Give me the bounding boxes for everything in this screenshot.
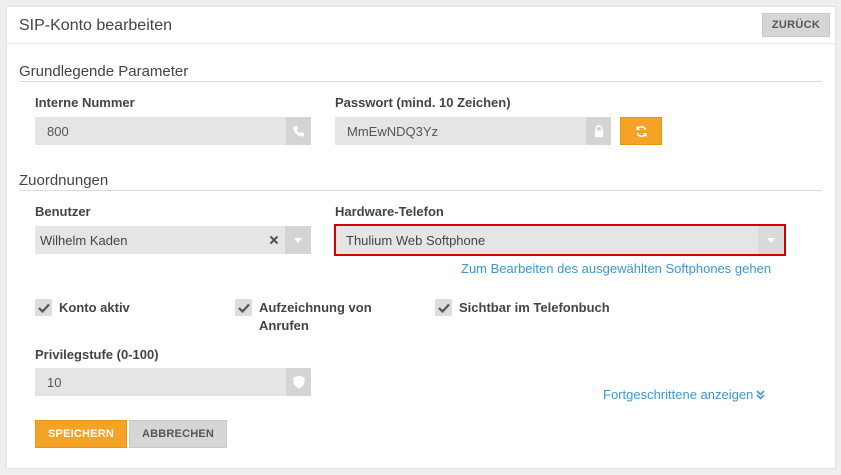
checkbox-account-active[interactable]: Konto aktiv: [35, 299, 130, 317]
edit-softphone-link[interactable]: Zum Bearbeiten des ausgewählten Softphon…: [461, 261, 771, 276]
lock-icon: [586, 117, 611, 145]
checkmark-icon: [435, 299, 452, 316]
section-divider-assignments: [19, 190, 822, 191]
cancel-button[interactable]: ABBRECHEN: [129, 420, 227, 448]
show-advanced-label: Fortgeschrittene anzeigen: [603, 387, 754, 402]
back-button[interactable]: ZURÜCK: [762, 13, 830, 37]
chevron-down-icon[interactable]: [285, 226, 311, 254]
user-select[interactable]: Wilhelm Kaden: [35, 226, 311, 254]
internal-number-label: Interne Nummer: [35, 95, 135, 110]
page-title: SIP-Konto bearbeiten: [19, 17, 172, 34]
save-button[interactable]: SPEICHERN: [35, 420, 127, 448]
header-divider: [7, 43, 835, 44]
shield-icon: [286, 368, 311, 396]
password-label: Passwort (mind. 10 Zeichen): [335, 95, 511, 110]
privilege-label: Privilegstufe (0-100): [35, 347, 159, 362]
show-advanced-link[interactable]: Fortgeschrittene anzeigen: [603, 387, 765, 402]
internal-number-input[interactable]: 800: [35, 117, 287, 145]
checkbox-label: Aufzeichnung von Anrufen: [259, 300, 372, 333]
phone-icon: [286, 117, 311, 145]
password-input[interactable]: MmEwNDQ3Yz: [335, 117, 587, 145]
section-divider-basic: [19, 81, 822, 82]
refresh-icon: [635, 125, 648, 138]
checkmark-icon: [35, 299, 52, 316]
user-label: Benutzer: [35, 204, 91, 219]
hardware-phone-select[interactable]: Thulium Web Softphone: [334, 224, 786, 256]
checkbox-label: Konto aktiv: [59, 300, 130, 315]
checkmark-icon: [235, 299, 252, 316]
section-title-basic: Grundlegende Parameter: [19, 63, 189, 80]
hardware-phone-label: Hardware-Telefon: [335, 204, 444, 219]
hardware-phone-select-value: Thulium Web Softphone: [346, 232, 486, 248]
edit-sip-account-panel: SIP-Konto bearbeiten ZURÜCK Grundlegende…: [6, 6, 836, 469]
double-chevron-down-icon: [756, 389, 765, 400]
privilege-input[interactable]: 10: [35, 368, 287, 396]
clear-icon[interactable]: [263, 235, 285, 245]
checkbox-call-recording[interactable]: Aufzeichnung von Anrufen: [235, 299, 372, 335]
checkbox-label: Sichtbar im Telefonbuch: [459, 300, 610, 315]
chevron-down-icon[interactable]: [758, 226, 784, 254]
checkbox-visible-in-phonebook[interactable]: Sichtbar im Telefonbuch: [435, 299, 610, 317]
generate-password-button[interactable]: [620, 117, 662, 145]
section-title-assignments: Zuordnungen: [19, 172, 109, 189]
user-select-value: Wilhelm Kaden: [40, 232, 128, 248]
